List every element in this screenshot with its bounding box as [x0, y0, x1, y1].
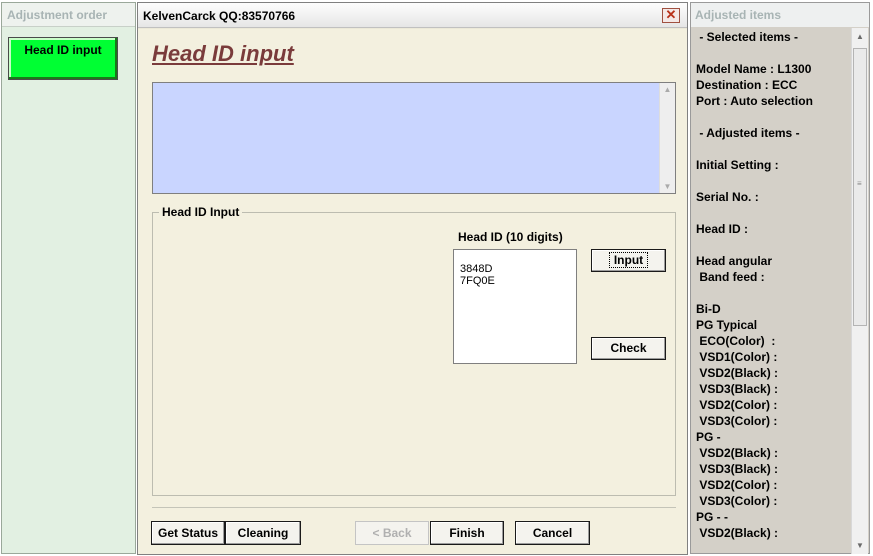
- input-button[interactable]: Input: [591, 249, 666, 272]
- adjusted-item-line: PG - -: [696, 510, 728, 524]
- scroll-down-icon[interactable]: ▼: [660, 182, 675, 191]
- adjusted-item-line: PG -: [696, 430, 721, 444]
- footer-divider: [152, 507, 676, 508]
- finish-button[interactable]: Finish: [430, 521, 504, 545]
- cleaning-button[interactable]: Cleaning: [225, 521, 301, 545]
- dialog-title: KelvenCarck QQ:83570766: [143, 9, 296, 23]
- adjusted-item-line: [696, 237, 848, 253]
- head-id-input-group: Head ID Input Head ID (10 digits) 3848D …: [152, 205, 676, 496]
- adjusted-item-line: VSD2(Black) :: [696, 446, 779, 460]
- get-status-button[interactable]: Get Status: [151, 521, 225, 545]
- adjusted-item-line: Band feed :: [696, 270, 765, 284]
- adjusted-items-title: Adjusted items: [691, 3, 869, 27]
- adjusted-item-line: Initial Setting :: [696, 158, 779, 172]
- cancel-button[interactable]: Cancel: [515, 521, 590, 545]
- head-id-field[interactable]: 3848D 7FQ0E: [453, 249, 577, 364]
- check-button[interactable]: Check: [591, 337, 666, 360]
- adjusted-item-line: VSD3(Color) :: [696, 414, 778, 428]
- scroll-up-icon[interactable]: ▲: [660, 85, 675, 94]
- adjusted-item-line: Bi-D: [696, 302, 721, 316]
- adjusted-items-panel: Adjusted items - Selected items - Model N…: [690, 2, 870, 554]
- page-title: Head ID input: [152, 41, 294, 66]
- adjusted-item-line: Port : Auto selection: [696, 94, 813, 108]
- back-button[interactable]: < Back: [355, 521, 429, 545]
- head-id-dialog: KelvenCarck QQ:83570766 ✕ Head ID input …: [137, 2, 688, 555]
- info-text-area[interactable]: ▲ ▼: [152, 82, 676, 194]
- scrollbar-thumb[interactable]: ≡: [853, 48, 867, 326]
- dialog-titlebar: KelvenCarck QQ:83570766 ✕: [138, 3, 687, 28]
- adjusted-item-line: [696, 205, 848, 221]
- adjusted-item-line: Destination : ECC: [696, 78, 798, 92]
- adjusted-item-line: Head ID :: [696, 222, 749, 236]
- adjusted-item-line: - Selected items -: [696, 30, 799, 44]
- head-id-label: Head ID (10 digits): [458, 230, 563, 244]
- input-button-label: Input: [608, 252, 649, 268]
- order-item-head-id-input[interactable]: Head ID input: [8, 37, 118, 80]
- dialog-body: Head ID input ▲ ▼ Head ID Input Head ID …: [138, 29, 687, 554]
- adjustment-order-title: Adjustment order: [2, 3, 135, 27]
- adjusted-item-line: VSD3(Color) :: [696, 494, 778, 508]
- adjusted-item-line: PG Typical: [696, 318, 758, 332]
- adjusted-item-line: VSD2(Color) :: [696, 478, 778, 492]
- adjusted-items-list: - Selected items - Model Name : L1300 Dest…: [696, 29, 848, 541]
- info-scrollbar[interactable]: ▲ ▼: [659, 83, 675, 193]
- adjusted-items-scrollbar[interactable]: ▲ ≡ ▼: [851, 28, 868, 554]
- adjusted-item-line: VSD3(Black) :: [696, 382, 779, 396]
- close-icon[interactable]: ✕: [662, 8, 680, 23]
- adjusted-item-line: Head angular: [696, 254, 773, 268]
- adjusted-item-line: [696, 173, 848, 189]
- adjusted-item-line: VSD1(Color) :: [696, 350, 778, 364]
- adjustment-order-panel: Adjustment order Head ID input: [1, 2, 136, 554]
- grip-icon: ≡: [857, 179, 862, 188]
- scroll-down-icon[interactable]: ▼: [852, 541, 868, 550]
- adjusted-item-line: ECO(Color) :: [696, 334, 776, 348]
- scroll-up-icon[interactable]: ▲: [852, 32, 868, 41]
- adjusted-item-line: VSD3(Black) :: [696, 462, 779, 476]
- adjusted-item-line: - Adjusted items -: [696, 126, 800, 140]
- adjusted-item-line: VSD2(Black) :: [696, 366, 779, 380]
- group-label: Head ID Input: [159, 205, 243, 219]
- adjusted-item-line: [696, 45, 848, 61]
- adjusted-item-line: Model Name : L1300: [696, 62, 812, 76]
- adjusted-item-line: [696, 141, 848, 157]
- adjusted-item-line: [696, 109, 848, 125]
- adjusted-item-line: VSD2(Black) :: [696, 526, 779, 540]
- adjusted-item-line: Serial No. :: [696, 190, 759, 204]
- adjusted-item-line: [696, 285, 848, 301]
- adjusted-item-line: VSD2(Color) :: [696, 398, 778, 412]
